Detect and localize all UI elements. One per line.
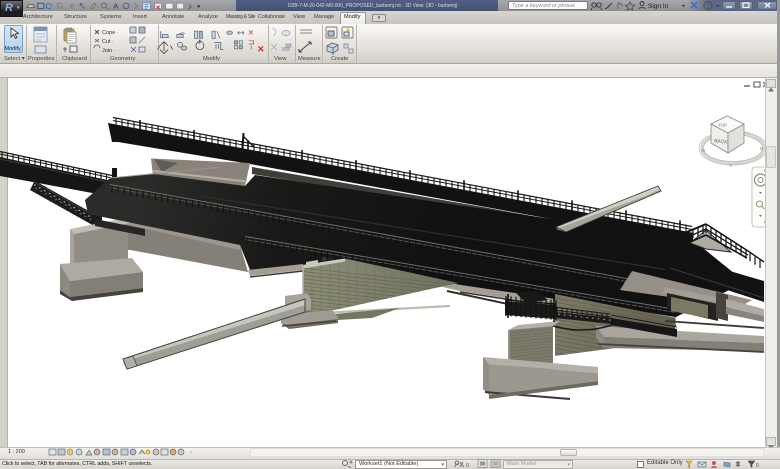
svg-text:0: 0 [756, 463, 759, 469]
svg-text:Sign In: Sign In [648, 3, 669, 10]
svg-text:A: A [113, 1, 118, 10]
svg-text:Cope ·: Cope · [102, 30, 119, 36]
svg-text:Join ·: Join · [102, 48, 116, 54]
svg-text:S: S [729, 163, 732, 168]
svg-text:E: E [760, 146, 763, 151]
svg-text:TOP: TOP [718, 123, 727, 128]
svg-text:Cut ·: Cut · [102, 39, 114, 45]
svg-text:0: 0 [466, 463, 469, 469]
